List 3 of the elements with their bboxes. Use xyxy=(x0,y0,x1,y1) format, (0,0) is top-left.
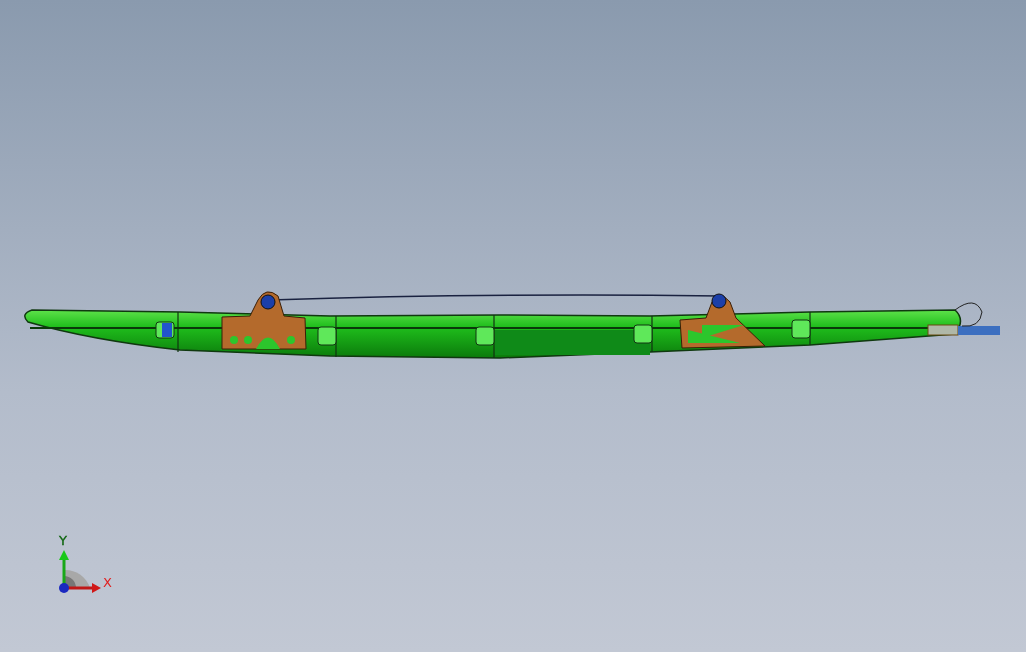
x-axis-label: X xyxy=(103,575,112,590)
y-axis-label: Y xyxy=(59,533,67,548)
coordinate-triad-icon xyxy=(59,550,101,593)
